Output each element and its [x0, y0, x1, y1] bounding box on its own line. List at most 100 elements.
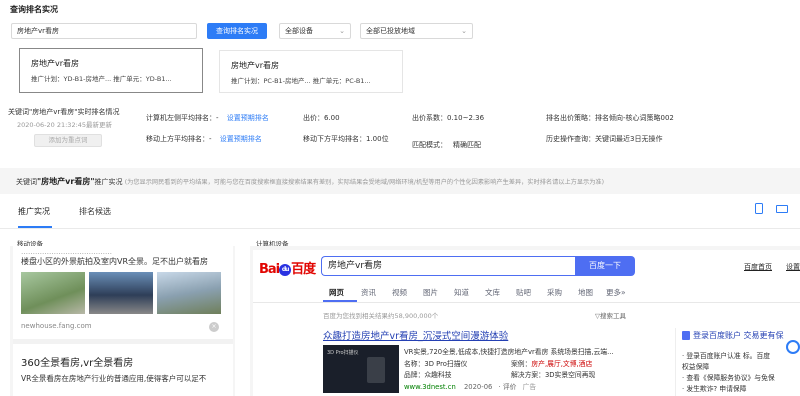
search-tools[interactable]: ▽搜索工具	[595, 310, 626, 320]
ad-solution-row: 解决方案：3D实景空间再现	[511, 369, 595, 379]
stat-match-mode: 匹配模式： 精确匹配	[412, 134, 527, 156]
stat-bid: 出价：6.00	[303, 113, 340, 123]
ad-desc-text: VR实景,720全景,低成本,快捷打造房地产vr看房 系统场景扫描,云端...	[404, 348, 614, 356]
device-select-value: 全部设备	[285, 27, 313, 35]
nav-item-purchase[interactable]: 采购	[547, 287, 562, 298]
baidu-home-link[interactable]: 百度首页	[744, 262, 772, 272]
stat-label: 出价系数：	[412, 114, 447, 122]
baidu-settings-link[interactable]: 设置	[786, 262, 800, 272]
ad-solution-label: 解决方案：	[511, 371, 545, 379]
stat-label: 历史操作查询：	[546, 135, 595, 143]
ad-name-row: 名称：3D Pro扫描仪	[404, 358, 467, 368]
ad-case-label: 案例：	[511, 360, 532, 368]
ad-case-value: 房产,展厅,文博,酒店	[531, 360, 593, 368]
nav-item-tieba[interactable]: 贴吧	[516, 287, 531, 298]
nav-item-map[interactable]: 地图	[578, 287, 593, 298]
ad-url[interactable]: www.3dnest.cn	[404, 383, 456, 391]
nav-item-web[interactable]: 网页	[329, 287, 344, 298]
set-expected-rank-link[interactable]: 设置预期排名	[220, 135, 262, 143]
property-image-3	[157, 272, 221, 314]
search-tools-label: 搜索工具	[600, 312, 626, 320]
tab-live[interactable]: 推广实况	[18, 206, 50, 217]
ad-thumbnail[interactable]: 3D Pro扫描仪	[323, 345, 399, 393]
ad-brand-value: 众趣科技	[424, 371, 452, 379]
mobile-result-headline[interactable]: 360全景看房,vr全景看房	[21, 354, 133, 369]
nav-item-more[interactable]: 更多»	[606, 287, 626, 298]
scanner-device-image	[367, 357, 385, 383]
stat-bid-coef: 出价系数：0.10~2.36	[412, 113, 484, 123]
close-icon[interactable]: ×	[209, 322, 219, 332]
guarantee-title-text: 登录百度账户 交易更有保	[693, 331, 784, 340]
ad-desc-line: VR实景,720全景,低成本,快捷打造房地产vr看房 系统场景扫描,云端...	[404, 346, 614, 356]
notice-keyword: "房地产vr看房"	[37, 177, 95, 186]
keyword-search-input[interactable]: 房地产vr看房	[11, 23, 197, 39]
mobile-domain[interactable]: newhouse.fang.com	[21, 322, 92, 330]
stat-mobile-bottom-rank: 移动下方平均排名：1.00位	[303, 134, 389, 144]
mobile-view-icon[interactable]	[755, 203, 763, 214]
nav-item-video[interactable]: 视频	[392, 287, 407, 298]
ad-brand-row: 品牌：众趣科技	[404, 369, 452, 379]
stat-label: 出价：	[303, 114, 324, 122]
tab-candidates[interactable]: 排名候选	[79, 206, 111, 217]
card-subtitle: 推广计划：PC-B1-房地产... 推广单元：PC-B1...	[231, 77, 371, 85]
stat-pc-left-rank: 计算机左侧平均排名：- 设置预期排名	[146, 113, 269, 123]
notice-suffix: 推广实况	[94, 178, 123, 186]
card-title: 房地产vr看房	[31, 59, 80, 68]
query-ranking-button[interactable]: 查询排名实况	[207, 23, 267, 39]
stat-value: -	[209, 135, 212, 143]
baidu-search-input[interactable]: 房地产vr看房	[321, 256, 575, 276]
mobile-divider	[13, 339, 233, 344]
guarantee-title[interactable]: 登录百度账户 交易更有保	[682, 330, 784, 341]
ad-name-value: 3D Pro扫描仪	[424, 360, 468, 368]
baidu-search-button[interactable]: 百度一下	[575, 256, 635, 276]
notice-desc: (为您显示网民看到的平均结果，可能与您在百度搜索框直接搜索结果有差别，实际结果会…	[124, 179, 604, 186]
guarantee-panel: 登录百度账户 交易更有保 · 登录百度账户认准 标。百度 权益保障 · 查看《保…	[675, 328, 800, 396]
stat-label: 匹配模式：	[412, 141, 447, 149]
stat-history: 历史操作查询：关键词最近3日无操作	[546, 134, 662, 144]
ad-url-row: www.3dnest.cn 2020-06 · 评价 广告	[404, 381, 536, 391]
guarantee-line-3[interactable]: · 查看《保障服务协议》与免保	[682, 372, 775, 382]
customer-service-icon[interactable]	[786, 340, 800, 354]
stat-label: 移动上方平均排名：	[146, 135, 209, 143]
ad-thumb-label: 3D Pro扫描仪	[327, 350, 359, 356]
ad-date: 2020-06	[463, 383, 493, 391]
ad-name-label: 名称：	[404, 360, 425, 368]
baidu-logo[interactable]: Bai du 百度	[259, 258, 316, 277]
region-select-value: 全部已投放地域	[366, 27, 415, 35]
ad-eval[interactable]: · 评价	[499, 383, 517, 391]
nav-item-zhidao[interactable]: 知道	[454, 287, 469, 298]
property-image-1	[21, 272, 85, 314]
stat-value: 0.10~2.36	[447, 114, 485, 122]
nav-item-wenku[interactable]: 文库	[485, 287, 500, 298]
notice-text: 关键词"房地产vr看房"推广实况 (为您显示网民看到的平均结果，可能与您在百度搜…	[16, 176, 604, 187]
nav-item-news[interactable]: 资讯	[361, 287, 376, 298]
add-key-word-button[interactable]: 添加为重点词	[34, 134, 102, 147]
region-select[interactable]: 全部已投放地域 ⌄	[360, 23, 473, 39]
card-title: 房地产vr看房	[231, 61, 280, 70]
page-title: 查询排名实况	[10, 5, 58, 14]
nav-item-images[interactable]: 图片	[423, 287, 438, 298]
ad-brand-label: 品牌：	[404, 371, 425, 379]
unit-card-pc[interactable]: 房地产vr看房 推广计划：PC-B1-房地产... 推广单元：PC-B1...	[219, 50, 403, 93]
stat-value: 排名倾向-核心词策略002	[595, 114, 674, 122]
set-expected-rank-link[interactable]: 设置预期排名	[227, 114, 269, 122]
mobile-truncated-line: …………………………………	[21, 248, 112, 256]
notice-prefix: 关键词	[16, 178, 37, 186]
stat-label: 排名出价策略：	[546, 114, 595, 122]
result-count: 百度为您找到相关结果约58,900,000个	[323, 312, 439, 320]
stat-label: 移动下方平均排名：	[303, 135, 366, 143]
chevron-down-icon: ⌄	[461, 27, 467, 35]
mobile-result-para: VR全景看房在房地产行业的普通应用,使得客户可以足不	[21, 374, 207, 383]
shield-icon	[682, 331, 690, 340]
unit-card-mobile[interactable]: 房地产vr看房 推广计划：YD-B1-房地产... 推广单元：YD-B1...	[19, 48, 203, 93]
property-image-2	[89, 272, 153, 314]
ad-solution-value: 3D实景空间再现	[544, 371, 596, 379]
guarantee-line-4[interactable]: · 发生欺诈? 申请保障	[682, 383, 746, 393]
nav-divider	[253, 302, 800, 303]
desktop-preview: Bai du 百度 房地产vr看房 百度一下 百度首页 设置 网页 资讯 视频 图片…	[253, 250, 800, 396]
desktop-view-icon[interactable]	[776, 205, 788, 213]
update-time: 2020-06-20 21:32:45最新更新	[17, 121, 113, 129]
stat-label: 计算机左侧平均排名：	[146, 114, 216, 122]
ad-title[interactable]: 众趣打造房地产vr看房_沉浸式空间漫游体验	[323, 328, 508, 342]
device-select[interactable]: 全部设备 ⌄	[279, 23, 351, 39]
